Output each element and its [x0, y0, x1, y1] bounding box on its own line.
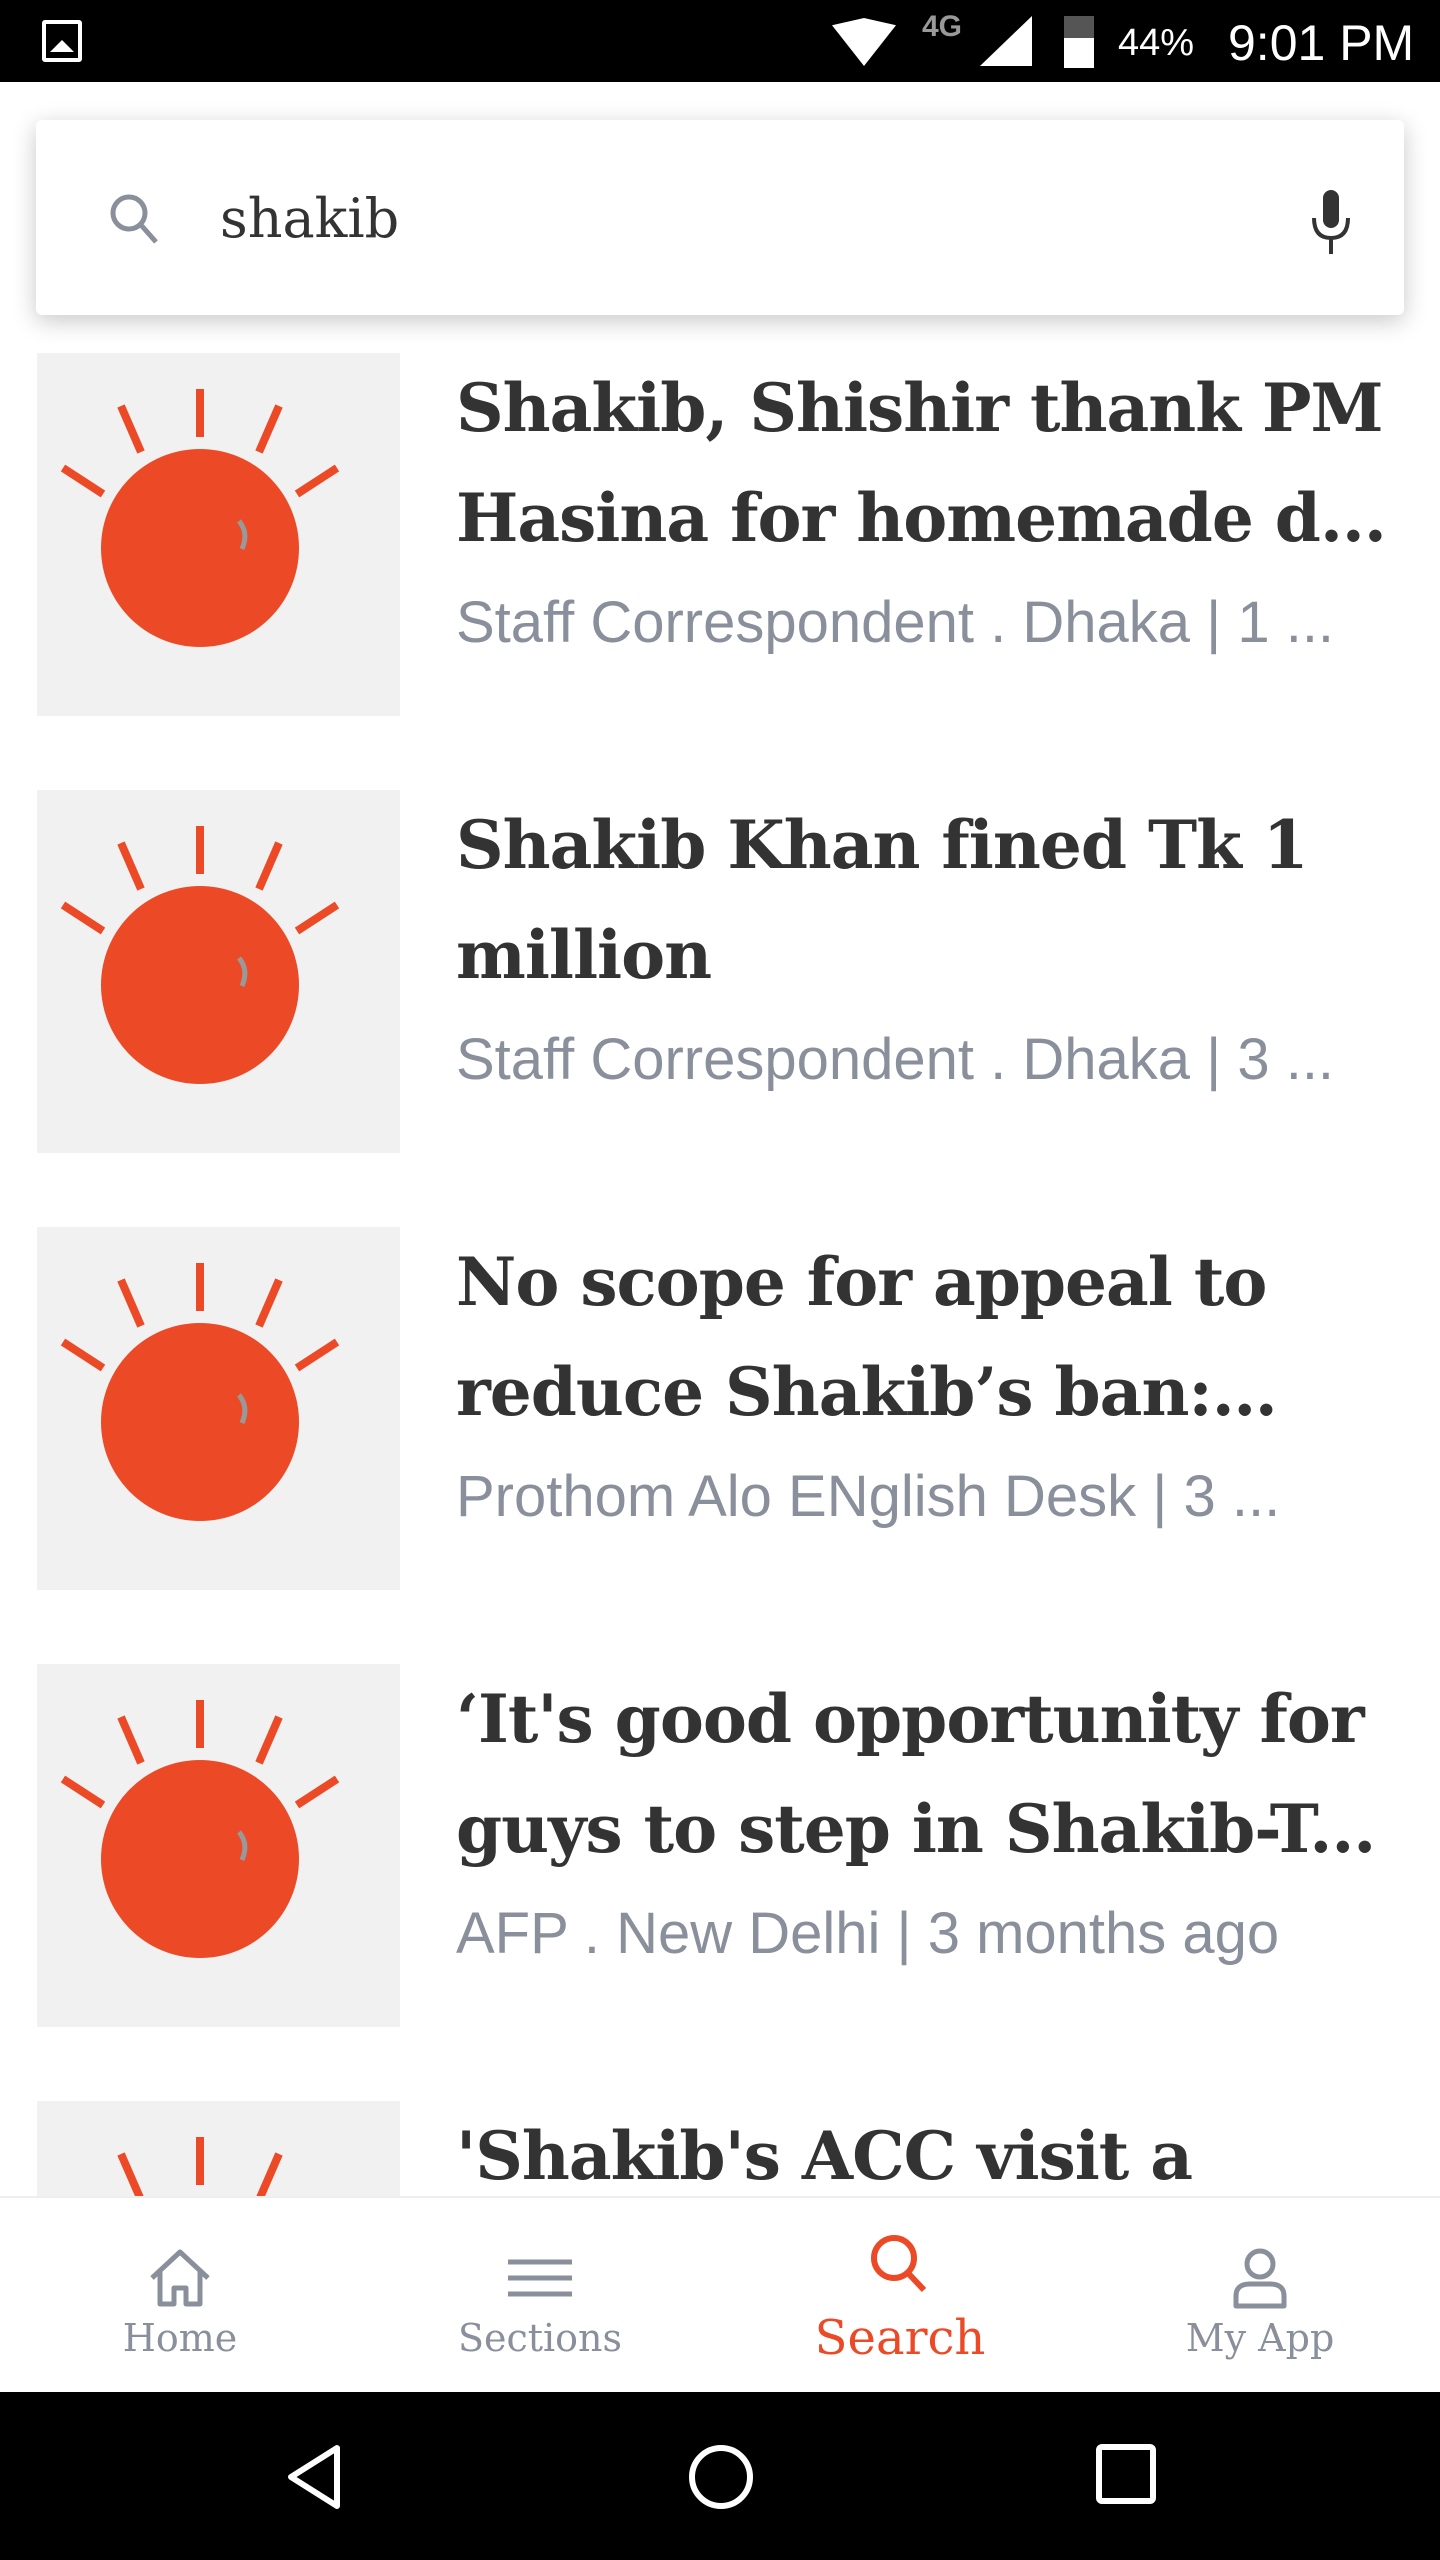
home-icon	[150, 2249, 210, 2307]
article-meta: Staff Correspondent . Dhaka | 1 ...	[456, 590, 1335, 655]
article-meta: AFP . New Delhi | 3 months ago	[456, 1901, 1280, 1966]
back-button[interactable]	[285, 2442, 345, 2517]
tab-label: Search	[814, 2310, 986, 2366]
tab-home[interactable]: Home	[0, 2198, 360, 2392]
clock: 9:01 PM	[1228, 15, 1415, 71]
sun-logo-icon	[60, 1263, 340, 1521]
wifi-icon	[832, 18, 896, 66]
sun-logo-icon	[60, 389, 340, 647]
article-meta: Prothom Alo ENglish Desk | 3 ...	[456, 1464, 1281, 1529]
thumbnail-placeholder	[37, 2101, 400, 2196]
thumbnail-placeholder	[37, 1227, 400, 1590]
article-meta: Staff Correspondent . Dhaka | 3 ...	[456, 1027, 1335, 1092]
sun-logo-icon	[60, 1700, 340, 1958]
status-bar: 4G 44% 9:01 PM	[0, 0, 1440, 82]
list-item[interactable]: ‘It's good opportunity for guys to step …	[0, 1664, 1440, 2028]
tab-label: My App	[1185, 2316, 1335, 2360]
search-input[interactable]	[220, 178, 1220, 258]
list-item[interactable]: 'Shakib's ACC visit a	[0, 2101, 1440, 2196]
tab-sections[interactable]: Sections	[360, 2198, 720, 2392]
system-navigation-bar	[0, 2392, 1440, 2560]
sun-logo-icon	[117, 2137, 283, 2196]
recents-button[interactable]	[1094, 2442, 1158, 2511]
tab-search[interactable]: Search	[720, 2198, 1080, 2392]
battery-icon	[1064, 16, 1094, 68]
list-item[interactable]: Shakib, Shishir thank PM Hasina for home…	[0, 353, 1440, 717]
list-item[interactable]: No scope for appeal to reduce Shakib’s b…	[0, 1227, 1440, 1591]
search-icon	[110, 194, 158, 244]
search-bar	[36, 120, 1404, 315]
article-title[interactable]: Shakib, Shishir thank PM Hasina for home…	[456, 353, 1406, 573]
home-system-button[interactable]	[686, 2442, 756, 2517]
tab-label: Home	[122, 2316, 238, 2360]
signal-icon	[980, 16, 1032, 66]
menu-icon	[508, 2259, 572, 2297]
list-item[interactable]: Shakib Khan fined Tk 1 million Staff Cor…	[0, 790, 1440, 1154]
tab-my-app[interactable]: My App	[1080, 2198, 1440, 2392]
article-title[interactable]: ‘It's good opportunity for guys to step …	[456, 1664, 1406, 1884]
circle-home-icon	[689, 2445, 753, 2509]
square-recents-icon	[1096, 2444, 1156, 2504]
microphone-icon[interactable]	[1306, 188, 1356, 258]
search-results-list[interactable]: Shakib, Shishir thank PM Hasina for home…	[0, 353, 1440, 2196]
gallery-notification-icon	[42, 20, 82, 62]
thumbnail-placeholder	[37, 790, 400, 1153]
battery-percent: 44%	[1118, 22, 1195, 64]
article-title[interactable]: No scope for appeal to reduce Shakib’s b…	[456, 1227, 1406, 1447]
sun-logo-icon	[60, 826, 340, 1084]
thumbnail-placeholder	[37, 1664, 400, 2027]
search-icon	[871, 2235, 927, 2293]
tab-label: Sections	[457, 2316, 623, 2360]
thumbnail-placeholder	[37, 353, 400, 716]
back-icon	[288, 2445, 340, 2509]
article-title[interactable]: Shakib Khan fined Tk 1 million	[456, 790, 1406, 1010]
bottom-navigation: Home Sections Search My App	[0, 2196, 1440, 2392]
user-icon	[1233, 2248, 1287, 2309]
article-title[interactable]: 'Shakib's ACC visit a	[456, 2101, 1406, 2196]
network-type: 4G	[922, 10, 963, 43]
